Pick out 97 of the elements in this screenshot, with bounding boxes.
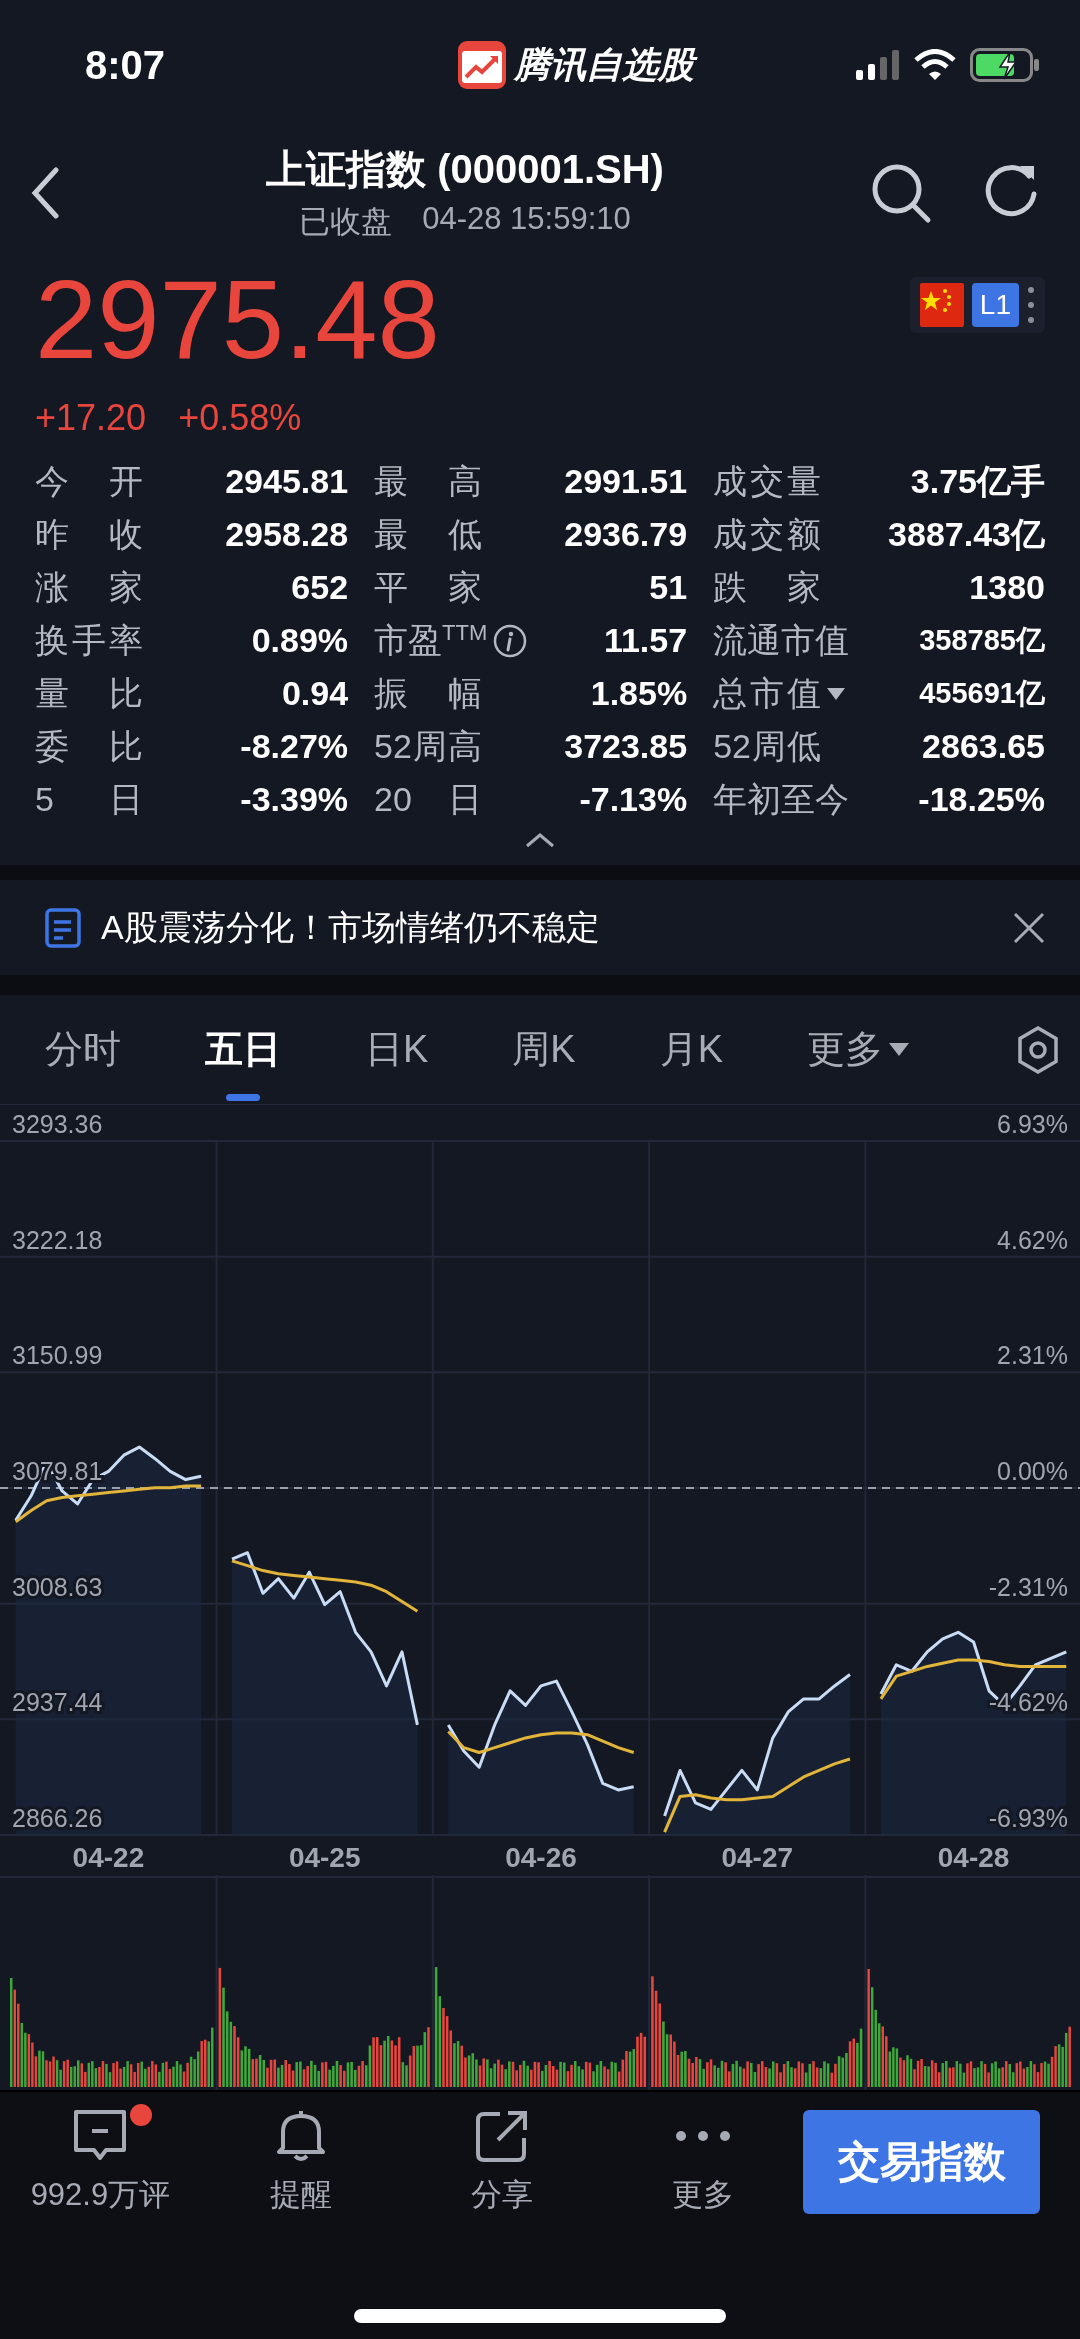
battery-icon xyxy=(970,48,1040,82)
toolbar-button[interactable]: 分享 xyxy=(401,2108,603,2216)
chart-settings-button[interactable] xyxy=(1016,1025,1060,1074)
toolbar-button[interactable]: 更多 xyxy=(602,2108,804,2216)
axis-label: 04-26 xyxy=(505,1842,577,1873)
stat-label: 量 比 xyxy=(35,672,143,714)
toolbar-button[interactable]: 992.9万评 xyxy=(0,2108,201,2216)
info-icon[interactable] xyxy=(493,623,528,658)
timestamp: 04-28 15:59:10 xyxy=(422,201,631,238)
signal-icon xyxy=(856,50,900,80)
stat-label: 市盈$^{TTM}$ xyxy=(374,618,488,661)
stock-title: 上证指数 (000001.SH) xyxy=(266,146,664,193)
stat-label: 总市值 xyxy=(713,672,822,714)
stat-value: -3.39% xyxy=(239,780,349,819)
stat-value: 1380 xyxy=(968,568,1045,607)
chart-tab[interactable]: 日K xyxy=(345,994,449,1105)
stat-value: 358785亿 xyxy=(918,622,1045,658)
axis-label: 2.31% xyxy=(997,1341,1068,1370)
stat-label: 年初至今 xyxy=(713,778,850,820)
axis-label: 04-28 xyxy=(937,1842,1010,1873)
stat-label: 委 比 xyxy=(35,725,143,767)
chart-tab[interactable]: 周K xyxy=(492,994,596,1105)
index-price: 2975.48 xyxy=(35,264,440,376)
stat-value: 1.85% xyxy=(589,674,688,713)
status-time: 8:07 xyxy=(85,42,167,88)
toolbar-button[interactable]: 提醒 xyxy=(200,2108,402,2216)
stat-label: 20 日 xyxy=(374,778,483,820)
more-vertical-icon[interactable] xyxy=(1027,285,1035,325)
app-logo-icon xyxy=(457,41,506,89)
axis-label: 04-22 xyxy=(72,1842,145,1873)
stat-label: 涨 家 xyxy=(35,566,143,608)
level-badge: L1 xyxy=(971,283,1019,327)
stat-value: 2945.81 xyxy=(224,462,349,501)
stat-value: 3887.43亿 xyxy=(887,513,1045,555)
stat-value: 2991.51 xyxy=(563,462,688,501)
caret-icon xyxy=(889,1043,910,1056)
chart-tab[interactable]: 更多 xyxy=(787,994,930,1105)
stat-label: 成交额 xyxy=(713,513,822,555)
stat-label: 跌 家 xyxy=(713,566,822,608)
stat-label: 最 低 xyxy=(374,513,483,555)
more-icon xyxy=(674,2130,731,2142)
stat-value: 2936.79 xyxy=(563,515,688,554)
axis-label: 3222.18 xyxy=(12,1225,103,1254)
stat-value: 11.57 xyxy=(602,621,688,660)
stat-value: 51 xyxy=(648,568,688,607)
stat-label: 换手率 xyxy=(35,619,143,661)
chart-tab[interactable]: 五日 xyxy=(185,994,301,1105)
stat-value: 0.89% xyxy=(250,621,349,660)
stat-label: 振 幅 xyxy=(374,672,483,714)
wifi-icon xyxy=(914,49,956,81)
axis-label: 3008.63 xyxy=(12,1572,103,1601)
stat-label: 成交量 xyxy=(713,460,822,502)
price-change: +17.20 xyxy=(35,397,147,439)
back-icon xyxy=(30,166,60,219)
percent-change: +0.58% xyxy=(178,397,302,439)
axis-label: 04-27 xyxy=(721,1842,794,1873)
axis-label: 6.93% xyxy=(997,1110,1068,1138)
stat-value: 0.94 xyxy=(280,674,349,713)
close-button[interactable] xyxy=(1013,911,1045,944)
stat-label: 流通市值 xyxy=(713,619,850,661)
stat-label: 今 开 xyxy=(35,460,143,502)
stat-value: 2863.65 xyxy=(921,727,1045,766)
axis-label: -2.31% xyxy=(988,1572,1068,1601)
axis-label: 3293.36 xyxy=(12,1110,103,1138)
stat-value: -8.27% xyxy=(239,727,349,766)
axis-label: 2937.44 xyxy=(12,1688,103,1717)
stat-value: -7.13% xyxy=(578,780,688,819)
stat-label: 平 家 xyxy=(374,566,483,608)
stat-value: 455691亿 xyxy=(918,675,1045,711)
stat-label: 昨 收 xyxy=(35,513,143,555)
stat-value: 3.75亿手 xyxy=(909,460,1045,502)
flag-icon xyxy=(919,283,964,327)
stat-label: 52周高 xyxy=(374,725,483,767)
axis-label: -6.93% xyxy=(988,1804,1068,1832)
stat-value: 2958.28 xyxy=(224,515,349,554)
axis-label: 2866.26 xyxy=(12,1804,103,1832)
market-status: 已收盘 xyxy=(299,203,393,241)
chart-tab[interactable]: 月K xyxy=(639,994,744,1105)
stat-value: 652 xyxy=(290,568,349,607)
chart-tab[interactable]: 分时 xyxy=(25,994,141,1105)
back-button[interactable] xyxy=(30,166,60,219)
axis-label: 04-25 xyxy=(288,1842,361,1873)
stat-label: 52周低 xyxy=(713,725,822,767)
stat-label: 5 日 xyxy=(35,778,143,820)
axis-label: 4.62% xyxy=(997,1225,1068,1254)
stat-label: 最 高 xyxy=(374,460,483,502)
settings-icon xyxy=(1016,1025,1060,1074)
close-icon xyxy=(1013,911,1045,944)
trade-button[interactable]: 交易指数 xyxy=(803,2110,1040,2214)
chevron-up-icon[interactable] xyxy=(525,832,555,848)
axis-label: -4.62% xyxy=(988,1688,1068,1717)
caret-icon[interactable] xyxy=(827,687,846,700)
stat-value: -18.25% xyxy=(917,780,1045,819)
axis-label: 3150.99 xyxy=(12,1341,103,1370)
stat-value: 3723.85 xyxy=(563,727,688,766)
document-icon xyxy=(45,907,81,948)
axis-label: 0.00% xyxy=(997,1457,1068,1485)
